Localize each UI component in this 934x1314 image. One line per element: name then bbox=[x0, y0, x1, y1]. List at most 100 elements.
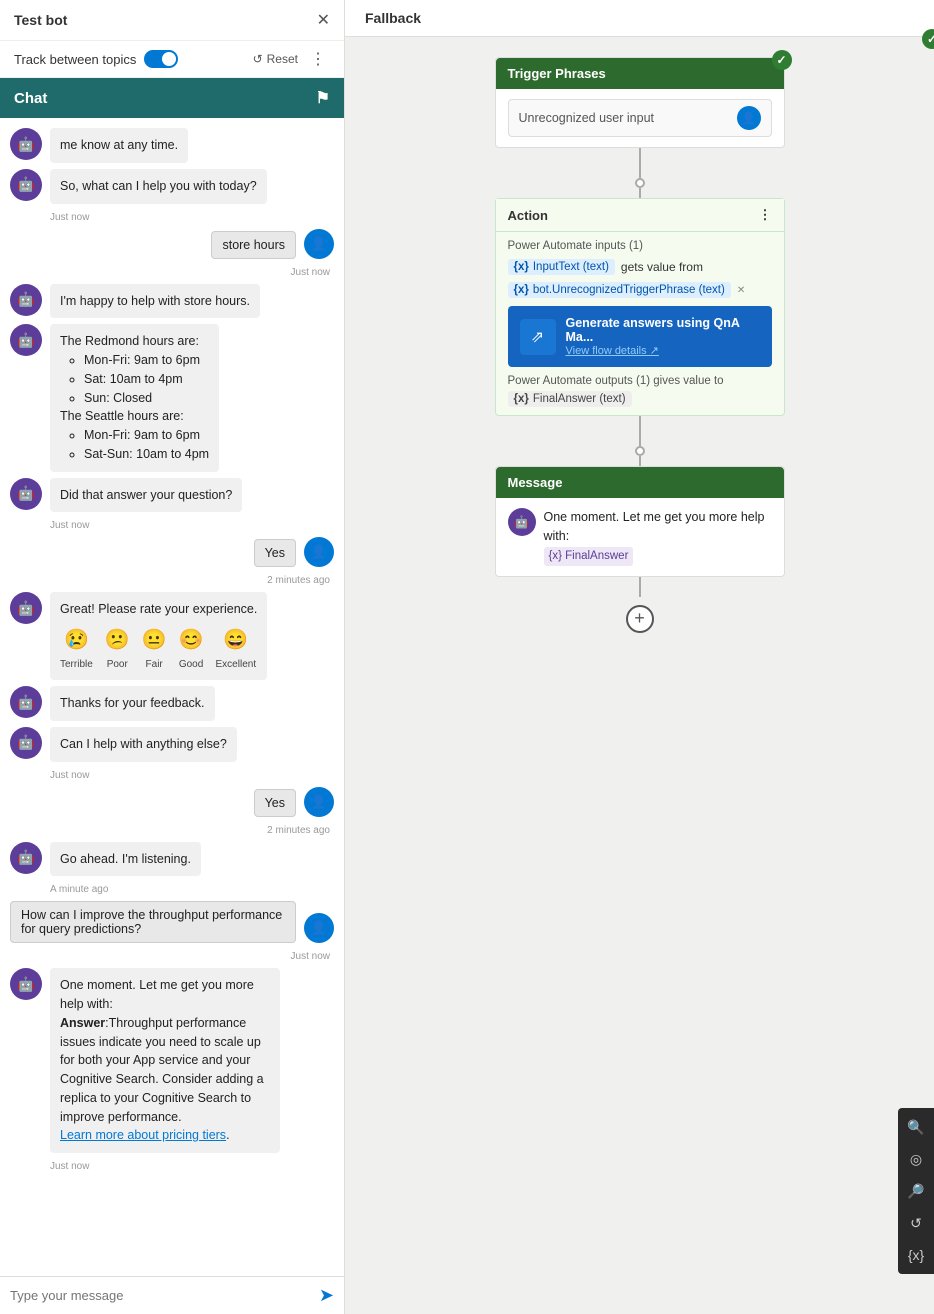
flow-area: Trigger Phrases ✓ Unrecognized user inpu… bbox=[345, 37, 934, 1314]
add-node-button[interactable]: + bbox=[626, 605, 654, 633]
bot-bubble: I'm happy to help with store hours. bbox=[50, 284, 260, 319]
user-message-2: Yes 👤 bbox=[10, 537, 334, 567]
bot-avatar: 🤖 bbox=[10, 727, 42, 759]
trigger-phrases-card: Trigger Phrases ✓ Unrecognized user inpu… bbox=[495, 57, 785, 148]
left-panel: Test bot ✕ Track between topics ↺ Reset … bbox=[0, 0, 345, 1314]
user-bubble: Yes bbox=[254, 539, 296, 567]
bot-avatar: 🤖 bbox=[10, 284, 42, 316]
bot-message-8: 🤖 Can I help with anything else? bbox=[10, 727, 334, 762]
timestamp: Just now bbox=[10, 951, 334, 962]
chat-header: Chat ⚑ bbox=[0, 78, 344, 118]
bot-bubble-list: The Redmond hours are: Mon-Fri: 9am to 6… bbox=[50, 324, 219, 471]
message-text: One moment. Let me get you more help wit… bbox=[544, 508, 772, 566]
undo-button[interactable]: ↺ bbox=[901, 1208, 931, 1238]
bot-message-10: 🤖 One moment. Let me get you more help w… bbox=[10, 968, 334, 1153]
bot-avatar: 🤖 bbox=[10, 128, 42, 160]
timestamp: 2 minutes ago bbox=[10, 825, 334, 836]
zoom-in-button[interactable]: 🔍 bbox=[901, 1112, 931, 1142]
user-message-4: How can I improve the throughput perform… bbox=[10, 901, 334, 943]
chip-close-button[interactable]: ✕ bbox=[737, 285, 745, 296]
timestamp: A minute ago bbox=[50, 884, 334, 895]
bot-bubble: One moment. Let me get you more help wit… bbox=[50, 968, 280, 1153]
chat-area[interactable]: 🤖 me know at any time. 🤖 So, what can I … bbox=[0, 118, 344, 1276]
message-body: 🤖 One moment. Let me get you more help w… bbox=[496, 498, 784, 576]
bot-avatar: 🤖 bbox=[10, 169, 42, 201]
top-bar: Test bot ✕ bbox=[0, 0, 344, 41]
bot-bubble: So, what can I help you with today? bbox=[50, 169, 267, 204]
bot-title: Test bot bbox=[14, 12, 67, 28]
controls-bar: Track between topics ↺ Reset ⋮ bbox=[0, 41, 344, 78]
rating-good[interactable]: 😊 Good bbox=[179, 625, 204, 672]
gen-icon: ⇗ bbox=[520, 319, 556, 355]
action-more[interactable]: ⋮ bbox=[759, 207, 772, 223]
trigger-phrase-chip: {x} bot.UnrecognizedTriggerPhrase (text) bbox=[508, 282, 731, 298]
user-avatar: 👤 bbox=[304, 913, 334, 943]
timestamp: Just now bbox=[50, 1161, 334, 1172]
code-button[interactable]: {x} bbox=[901, 1240, 931, 1270]
bot-avatar: 🤖 bbox=[10, 324, 42, 356]
user-bubble: store hours bbox=[211, 231, 296, 259]
message-card: Message ✓ 🤖 One moment. Let me get you m… bbox=[495, 466, 785, 577]
bot-bubble: me know at any time. bbox=[50, 128, 188, 163]
bot-message-4: 🤖 The Redmond hours are: Mon-Fri: 9am to… bbox=[10, 324, 334, 471]
center-button[interactable]: ◎ bbox=[901, 1144, 931, 1174]
view-flow-link[interactable]: View flow details ↗ bbox=[566, 344, 760, 357]
bot-avatar: 🤖 bbox=[10, 592, 42, 624]
message-input[interactable] bbox=[10, 1288, 319, 1303]
bot-message-5: 🤖 Did that answer your question? bbox=[10, 478, 334, 513]
flow-toolbar: 🔍 ◎ 🔎 ↺ {x} bbox=[898, 1108, 934, 1274]
rating-fair[interactable]: 😐 Fair bbox=[142, 625, 167, 672]
reset-button[interactable]: ↺ Reset bbox=[253, 52, 298, 66]
pa-inputs-title: Power Automate inputs (1) bbox=[508, 240, 772, 252]
trigger-phrase-text: Unrecognized user input bbox=[519, 111, 655, 125]
bot-avatar: 🤖 bbox=[10, 842, 42, 874]
right-title: Fallback bbox=[345, 0, 934, 37]
trigger-phrases-header: Trigger Phrases ✓ bbox=[496, 58, 784, 89]
trigger-phrases-body: Unrecognized user input 👤 bbox=[496, 89, 784, 147]
connector-dot-1 bbox=[635, 178, 645, 188]
user-avatar: 👤 bbox=[304, 537, 334, 567]
gets-value-text: gets value from bbox=[621, 260, 703, 274]
bot-avatar: 🤖 bbox=[10, 478, 42, 510]
trigger-input-row: Unrecognized user input 👤 bbox=[508, 99, 772, 137]
bot-message-7: 🤖 Thanks for your feedback. bbox=[10, 686, 334, 721]
check-badge: ✓ bbox=[772, 50, 792, 70]
timestamp: Just now bbox=[10, 267, 334, 278]
input-bar: ➤ bbox=[0, 1276, 344, 1314]
msg-bot-avatar: 🤖 bbox=[508, 508, 536, 536]
action-header: Action ⋮ bbox=[496, 199, 784, 232]
generate-title: Generate answers using QnA Ma... bbox=[566, 316, 760, 344]
chat-title: Chat bbox=[14, 90, 47, 107]
rating-excellent[interactable]: 😄 Excellent bbox=[216, 625, 257, 672]
track-label: Track between topics bbox=[14, 52, 136, 67]
close-button[interactable]: ✕ bbox=[317, 10, 330, 30]
bot-message-9: 🤖 Go ahead. I'm listening. bbox=[10, 842, 334, 877]
connector-line-4 bbox=[639, 456, 641, 466]
pa-outputs-title: Power Automate outputs (1) gives value t… bbox=[508, 375, 772, 387]
connector-line-1 bbox=[639, 148, 641, 178]
connector-line-2 bbox=[639, 188, 641, 198]
user-avatar: 👤 bbox=[304, 229, 334, 259]
bot-bubble: Go ahead. I'm listening. bbox=[50, 842, 201, 877]
user-bubble: How can I improve the throughput perform… bbox=[10, 901, 296, 943]
bot-message-1: 🤖 me know at any time. bbox=[10, 128, 334, 163]
bot-message-2: 🤖 So, what can I help you with today? bbox=[10, 169, 334, 204]
pa-outputs-section: Power Automate outputs (1) gives value t… bbox=[508, 375, 772, 407]
message-header: Message ✓ bbox=[496, 467, 784, 498]
bot-bubble: Thanks for your feedback. bbox=[50, 686, 215, 721]
rating-poor[interactable]: 😕 Poor bbox=[105, 625, 130, 672]
timestamp: Just now bbox=[50, 212, 334, 223]
input-text-chip: {x} InputText (text) bbox=[508, 259, 615, 275]
send-button[interactable]: ➤ bbox=[319, 1285, 334, 1306]
final-answer-chip: {x} FinalAnswer bbox=[544, 547, 634, 566]
connector-line-5 bbox=[639, 577, 641, 597]
rating-terrible[interactable]: 😢 Terrible bbox=[60, 625, 93, 672]
pricing-link[interactable]: Learn more about pricing tiers bbox=[60, 1128, 226, 1142]
more-options-button[interactable]: ⋮ bbox=[306, 49, 330, 69]
user-icon: 👤 bbox=[737, 106, 761, 130]
track-toggle[interactable] bbox=[144, 50, 178, 68]
bot-bubble: Great! Please rate your experience. 😢 Te… bbox=[50, 592, 267, 680]
user-bubble: Yes bbox=[254, 789, 296, 817]
zoom-out-button[interactable]: 🔎 bbox=[901, 1176, 931, 1206]
user-message-1: store hours 👤 bbox=[10, 229, 334, 259]
